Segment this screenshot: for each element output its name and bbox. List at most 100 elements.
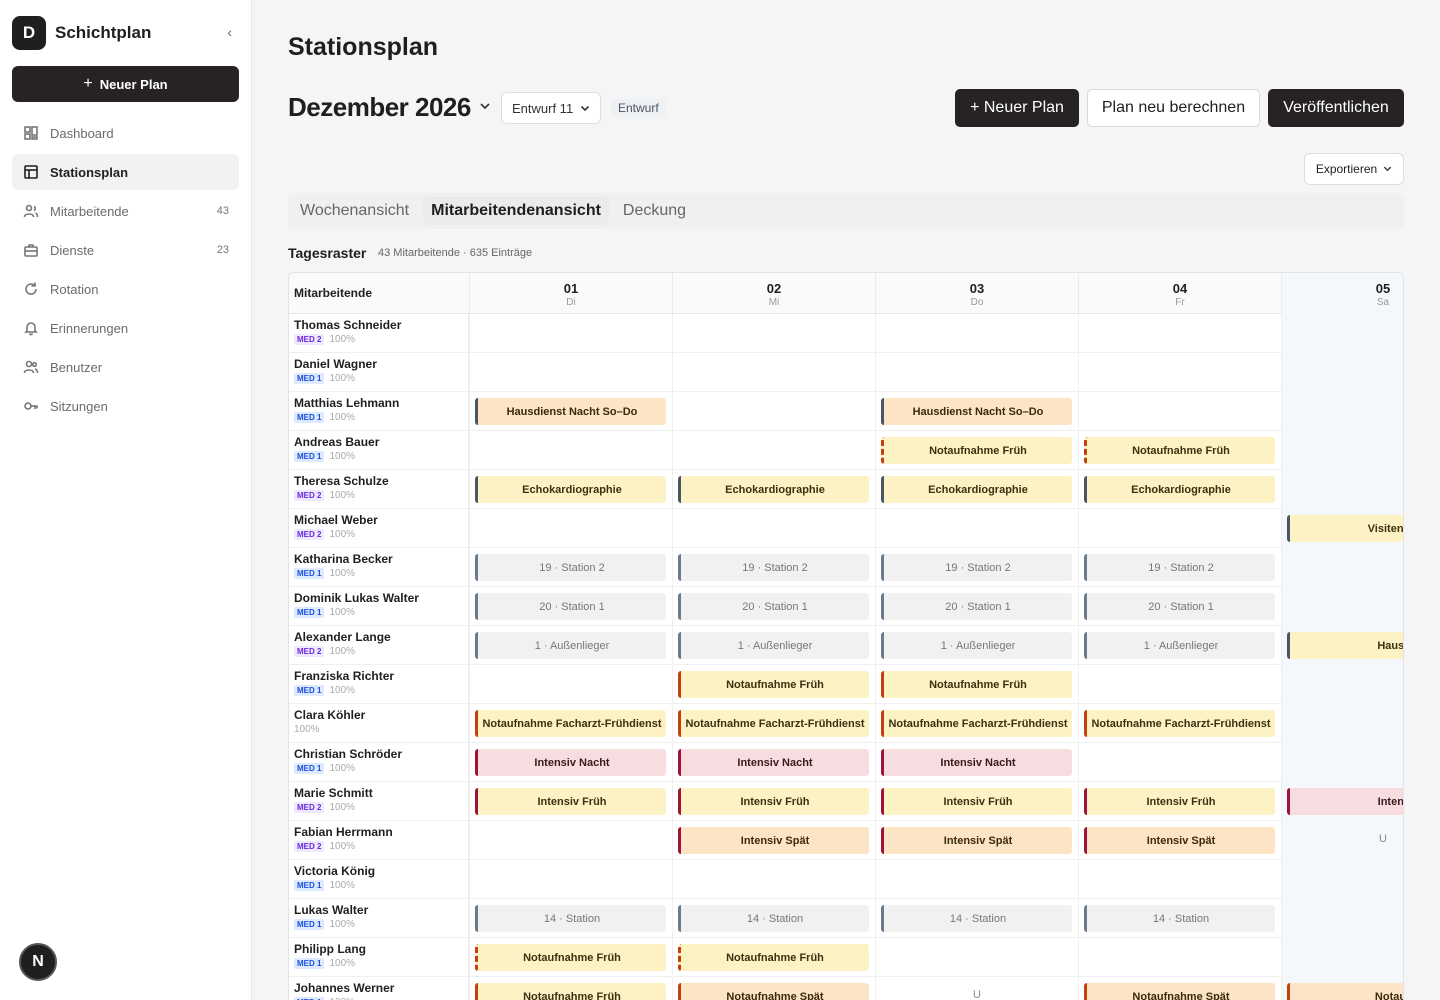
draft-select[interactable]: Entwurf 11 [501,92,601,124]
day-cell[interactable] [875,509,1078,548]
day-cell[interactable]: Notaufnahme Facharzt-Frühdienst [469,704,672,743]
sidebar-item-stationsplan[interactable]: Stationsplan [12,154,239,190]
day-cell[interactable] [1281,860,1403,899]
employee-cell[interactable]: Christian Schröder MED 1 100% [289,743,469,782]
day-cell[interactable]: 20 · Station 1 [875,587,1078,626]
day-cell[interactable]: Hausdienst Nacht So–Do [875,392,1078,431]
shift-chip[interactable]: Hausdienst Nacht So–Do [475,398,666,425]
employee-cell[interactable]: Daniel Wagner MED 1 100% [289,353,469,392]
day-cell[interactable] [1078,314,1281,353]
employee-cell[interactable]: Philipp Lang MED 1 100% [289,938,469,977]
shift-chip[interactable]: Intensiv Spät [678,827,869,854]
shift-chip[interactable]: Intensiv Nacht [475,749,666,776]
employee-cell[interactable]: Dominik Lukas Walter MED 1 100% [289,587,469,626]
shift-chip[interactable]: Intensiv Früh [475,788,666,815]
employee-cell[interactable]: Johannes WernerMED 1100% [289,977,469,1000]
day-cell[interactable] [1078,392,1281,431]
day-cell[interactable] [1078,353,1281,392]
day-cell[interactable]: 20 · Station 1 [672,587,875,626]
day-cell[interactable]: Notaufnahme Früh [469,977,672,1000]
shift-chip[interactable]: 1 · Außenlieger [1084,632,1275,659]
tab-deckung[interactable]: Deckung [615,197,694,225]
day-cell[interactable]: 20 · Station 1 [469,587,672,626]
day-cell[interactable]: Intensiv Na [1281,782,1403,821]
day-cell[interactable] [1078,509,1281,548]
shift-chip[interactable]: 14 · Station [1084,905,1275,932]
shift-chip[interactable]: Echokardiographie [678,476,869,503]
day-cell[interactable]: Hausdienst [1281,626,1403,665]
day-cell[interactable]: Intensiv Nacht [875,743,1078,782]
day-cell[interactable] [469,314,672,353]
day-cell[interactable]: Notaufnahme Früh [672,938,875,977]
shift-chip[interactable]: 19 · Station 2 [678,554,869,581]
employee-cell[interactable]: Franziska Richter MED 1 100% [289,665,469,704]
shift-chip[interactable]: Intensiv Nacht [881,749,1072,776]
day-cell[interactable] [672,314,875,353]
shift-chip[interactable]: Notaufnahme Facharzt-Frühdienst [678,710,869,737]
day-cell[interactable] [1281,353,1403,392]
day-cell[interactable] [469,509,672,548]
shift-chip[interactable]: Intensiv Früh [881,788,1072,815]
shift-chip[interactable]: Intensiv Früh [1084,788,1275,815]
employee-cell[interactable]: Michael Weber MED 2 100% [289,509,469,548]
day-cell[interactable] [672,860,875,899]
day-cell[interactable]: Notaufnahme Facharzt-Frühdienst [672,704,875,743]
day-cell[interactable]: 1 · Außenlieger [875,626,1078,665]
day-cell[interactable] [875,860,1078,899]
shift-chip[interactable]: 20 · Station 1 [881,593,1072,620]
day-cell[interactable]: Intensiv Früh [672,782,875,821]
day-cell[interactable]: 19 · Station 2 [672,548,875,587]
new-plan-sidebar-button[interactable]: + Neuer Plan [12,66,239,102]
shift-chip[interactable]: Notaufnahme Spät [678,983,869,1000]
day-cell[interactable]: 14 · Station [1078,899,1281,938]
day-cell[interactable]: 19 · Station 2 [875,548,1078,587]
day-cell[interactable]: Notaufnahme Früh [1078,431,1281,470]
day-cell[interactable] [1281,431,1403,470]
shift-chip[interactable]: Notaufnahm [1287,983,1403,1000]
day-cell[interactable]: 1 · Außenlieger [672,626,875,665]
shift-chip[interactable]: 19 · Station 2 [1084,554,1275,581]
shift-chip[interactable]: 19 · Station 2 [475,554,666,581]
day-cell[interactable]: Intensiv Spät [875,821,1078,860]
day-cell[interactable]: Hausdienst Nacht So–Do [469,392,672,431]
sidebar-item-benutzer[interactable]: Benutzer [12,349,239,385]
day-cell[interactable] [672,392,875,431]
day-cell[interactable]: 1 · Außenlieger [469,626,672,665]
publish-button[interactable]: Veröffentlichen [1268,89,1404,127]
day-cell[interactable]: Notaufnahme Facharzt-Frühdienst [875,704,1078,743]
day-cell[interactable]: Intensiv Spät [1078,821,1281,860]
employee-cell[interactable]: Alexander Lange MED 2 100% [289,626,469,665]
shift-chip[interactable]: Notaufnahme Facharzt-Frühdienst [1084,710,1275,737]
day-cell[interactable] [1281,314,1403,353]
shift-chip[interactable]: Notaufnahme Früh [475,944,666,971]
day-cell[interactable] [1281,938,1403,977]
shift-chip[interactable]: 14 · Station [475,905,666,932]
shift-chip[interactable]: 20 · Station 1 [475,593,666,620]
day-cell[interactable] [1281,587,1403,626]
day-cell[interactable]: Intensiv Früh [875,782,1078,821]
shift-chip[interactable]: 1 · Außenlieger [475,632,666,659]
shift-chip[interactable]: Notaufnahme Facharzt-Frühdienst [475,710,666,737]
shift-chip[interactable]: Notaufnahme Facharzt-Frühdienst [881,710,1072,737]
day-cell[interactable]: 20 · Station 1 [1078,587,1281,626]
shift-chip[interactable]: 1 · Außenlieger [881,632,1072,659]
shift-chip[interactable]: Intensiv Na [1287,788,1403,815]
shift-chip[interactable]: Intensiv Spät [1084,827,1275,854]
day-cell[interactable]: 19 · Station 2 [1078,548,1281,587]
sidebar-item-mitarbeitende[interactable]: Mitarbeitende 43 [12,193,239,229]
user-avatar[interactable]: N [19,943,57,981]
sidebar-item-dienste[interactable]: Dienste 23 [12,232,239,268]
day-cell[interactable] [875,353,1078,392]
day-cell[interactable] [1078,860,1281,899]
day-cell[interactable]: Notaufnahme Facharzt-Frühdienst [1078,704,1281,743]
day-cell[interactable]: Echokardiographie [1078,470,1281,509]
sidebar-item-dashboard[interactable]: Dashboard [12,115,239,151]
shift-chip[interactable]: 1 · Außenlieger [678,632,869,659]
shift-chip[interactable]: Echokardiographie [475,476,666,503]
day-cell[interactable] [1281,470,1403,509]
day-cell[interactable]: Echokardiographie [875,470,1078,509]
employee-cell[interactable]: Fabian Herrmann MED 2 100% [289,821,469,860]
day-cell[interactable]: U [1281,821,1403,860]
shift-chip[interactable]: 20 · Station 1 [678,593,869,620]
shift-chip[interactable]: 19 · Station 2 [881,554,1072,581]
